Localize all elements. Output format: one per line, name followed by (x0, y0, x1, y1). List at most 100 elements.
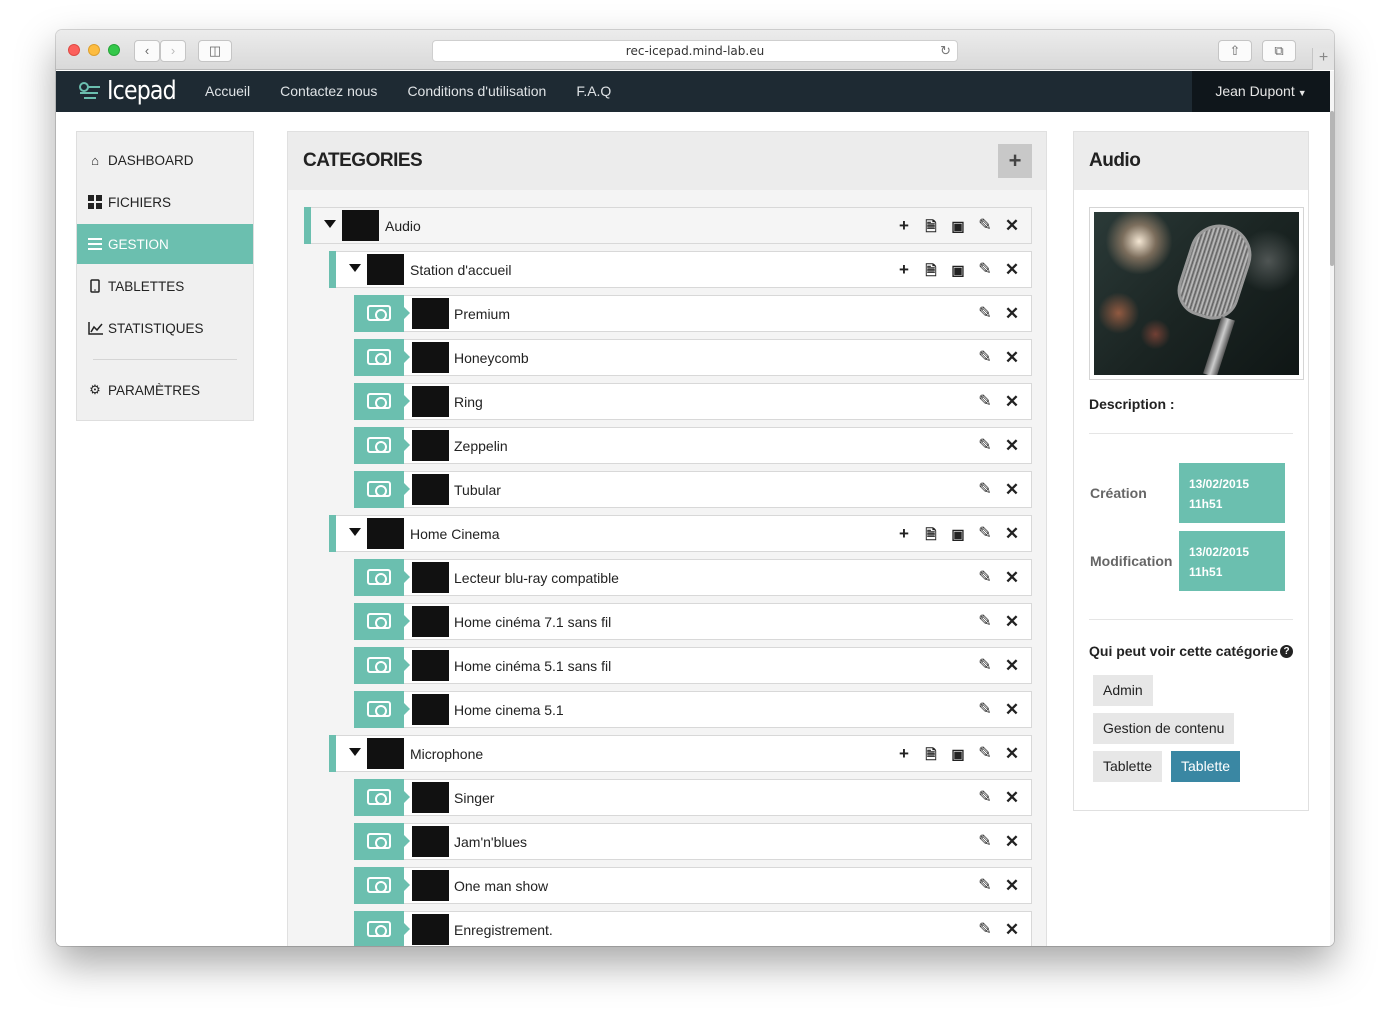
photo-button[interactable] (354, 383, 410, 420)
photo-button[interactable] (354, 471, 410, 508)
delete-icon[interactable]: ✕ (1001, 655, 1023, 677)
delete-icon[interactable]: ✕ (1001, 303, 1023, 325)
address-bar[interactable]: rec-icepad.mind-lab.eu ↻ (432, 40, 958, 62)
category-row-honeycomb[interactable]: Honeycomb ✎ ✕ (354, 339, 1032, 376)
edit-icon[interactable]: ✎ (974, 831, 996, 853)
edit-icon[interactable]: ✎ (974, 875, 996, 897)
category-row-ring[interactable]: Ring ✎ ✕ (354, 383, 1032, 420)
collapse-caret-icon[interactable] (324, 220, 336, 228)
user-menu[interactable]: Jean Dupont ▼ (1192, 71, 1330, 112)
edit-icon[interactable]: ✎ (974, 479, 996, 501)
image-icon[interactable]: ▣ (947, 259, 969, 281)
scrollbar-thumb[interactable] (1330, 111, 1334, 266)
role-tag-gestion-contenu[interactable]: Gestion de contenu (1093, 713, 1235, 744)
forward-button[interactable]: › (160, 40, 186, 62)
edit-icon[interactable]: ✎ (974, 611, 996, 633)
delete-icon[interactable]: ✕ (1001, 611, 1023, 633)
edit-icon[interactable]: ✎ (974, 655, 996, 677)
sidebar-item-fichiers[interactable]: FICHIERS (77, 182, 253, 222)
add-icon[interactable]: + (893, 523, 915, 545)
delete-icon[interactable]: ✕ (1001, 787, 1023, 809)
category-row-bluray[interactable]: Lecteur blu-ray compatible ✎ ✕ (354, 559, 1032, 596)
page-scrollbar[interactable] (1330, 71, 1334, 946)
category-row-station[interactable]: Station d'accueil + 🗎 ▣ ✎ ✕ (329, 251, 1032, 288)
edit-icon[interactable]: ✎ (974, 215, 996, 237)
role-tag-tablette-selected[interactable]: Tablette (1171, 751, 1241, 782)
delete-icon[interactable]: ✕ (1001, 831, 1023, 853)
file-add-icon[interactable]: 🗎 (920, 523, 942, 545)
delete-icon[interactable]: ✕ (1001, 919, 1023, 941)
photo-button[interactable] (354, 779, 410, 816)
photo-button[interactable] (354, 911, 410, 946)
sidebar-item-statistiques[interactable]: STATISTIQUES (77, 308, 253, 348)
category-row-singer[interactable]: Singer ✎ ✕ (354, 779, 1032, 816)
photo-button[interactable] (354, 691, 410, 728)
photo-button[interactable] (354, 427, 410, 464)
nav-link-conditions[interactable]: Conditions d'utilisation (407, 71, 546, 112)
add-icon[interactable]: + (893, 743, 915, 765)
edit-icon[interactable]: ✎ (974, 303, 996, 325)
edit-icon[interactable]: ✎ (974, 699, 996, 721)
share-button[interactable]: ⇧ (1218, 40, 1252, 62)
delete-icon[interactable]: ✕ (1001, 743, 1023, 765)
image-icon[interactable]: ▣ (947, 743, 969, 765)
edit-icon[interactable]: ✎ (974, 919, 996, 941)
sidebar-item-dashboard[interactable]: ⌂ DASHBOARD (77, 140, 253, 180)
back-button[interactable]: ‹ (134, 40, 160, 62)
collapse-caret-icon[interactable] (349, 264, 361, 272)
edit-icon[interactable]: ✎ (974, 259, 996, 281)
nav-link-accueil[interactable]: Accueil (205, 71, 250, 112)
photo-button[interactable] (354, 295, 410, 332)
help-icon[interactable]: ? (1280, 645, 1293, 658)
photo-button[interactable] (354, 647, 410, 684)
photo-button[interactable] (354, 867, 410, 904)
delete-icon[interactable]: ✕ (1001, 347, 1023, 369)
sidebar-toggle-button[interactable]: ◫ (198, 40, 232, 62)
collapse-caret-icon[interactable] (349, 748, 361, 756)
delete-icon[interactable]: ✕ (1001, 435, 1023, 457)
delete-icon[interactable]: ✕ (1001, 391, 1023, 413)
sidebar-item-tablettes[interactable]: TABLETTES (77, 266, 253, 306)
category-row-premium[interactable]: Premium ✎ ✕ (354, 295, 1032, 332)
collapse-caret-icon[interactable] (349, 528, 361, 536)
zoom-window-button[interactable] (108, 44, 120, 56)
photo-button[interactable] (354, 339, 410, 376)
category-row-microphone[interactable]: Microphone + 🗎 ▣ ✎ ✕ (329, 735, 1032, 772)
category-row-zeppelin[interactable]: Zeppelin ✎ ✕ (354, 427, 1032, 464)
add-icon[interactable]: + (893, 215, 915, 237)
nav-link-contact[interactable]: Contactez nous (280, 71, 377, 112)
delete-icon[interactable]: ✕ (1001, 215, 1023, 237)
category-row-hc51-wireless[interactable]: Home cinéma 5.1 sans fil ✎ ✕ (354, 647, 1032, 684)
edit-icon[interactable]: ✎ (974, 347, 996, 369)
file-add-icon[interactable]: 🗎 (920, 215, 942, 237)
delete-icon[interactable]: ✕ (1001, 479, 1023, 501)
add-icon[interactable]: + (893, 259, 915, 281)
category-row-enregistrement[interactable]: Enregistrement. ✎ ✕ (354, 911, 1032, 946)
category-row-home-cinema[interactable]: Home Cinema + 🗎 ▣ ✎ ✕ (329, 515, 1032, 552)
delete-icon[interactable]: ✕ (1001, 875, 1023, 897)
photo-button[interactable] (354, 603, 410, 640)
delete-icon[interactable]: ✕ (1001, 567, 1023, 589)
new-tab-button[interactable]: + (1312, 48, 1334, 70)
sidebar-item-parametres[interactable]: ⚙ PARAMÈTRES (77, 370, 253, 410)
role-tag-tablette[interactable]: Tablette (1093, 751, 1163, 782)
edit-icon[interactable]: ✎ (974, 743, 996, 765)
file-add-icon[interactable]: 🗎 (920, 259, 942, 281)
delete-icon[interactable]: ✕ (1001, 259, 1023, 281)
image-icon[interactable]: ▣ (947, 215, 969, 237)
sidebar-item-gestion[interactable]: GESTION (77, 224, 253, 264)
delete-icon[interactable]: ✕ (1001, 523, 1023, 545)
category-row-hc51[interactable]: Home cinema 5.1 ✎ ✕ (354, 691, 1032, 728)
edit-icon[interactable]: ✎ (974, 787, 996, 809)
minimize-window-button[interactable] (88, 44, 100, 56)
role-tag-admin[interactable]: Admin (1093, 675, 1153, 706)
image-icon[interactable]: ▣ (947, 523, 969, 545)
brand-logo[interactable]: Icepad (78, 76, 188, 106)
edit-icon[interactable]: ✎ (974, 567, 996, 589)
edit-icon[interactable]: ✎ (974, 391, 996, 413)
nav-link-faq[interactable]: F.A.Q (576, 71, 611, 112)
category-row-jamnblues[interactable]: Jam'n'blues ✎ ✕ (354, 823, 1032, 860)
close-window-button[interactable] (68, 44, 80, 56)
delete-icon[interactable]: ✕ (1001, 699, 1023, 721)
category-image[interactable] (1089, 207, 1304, 380)
